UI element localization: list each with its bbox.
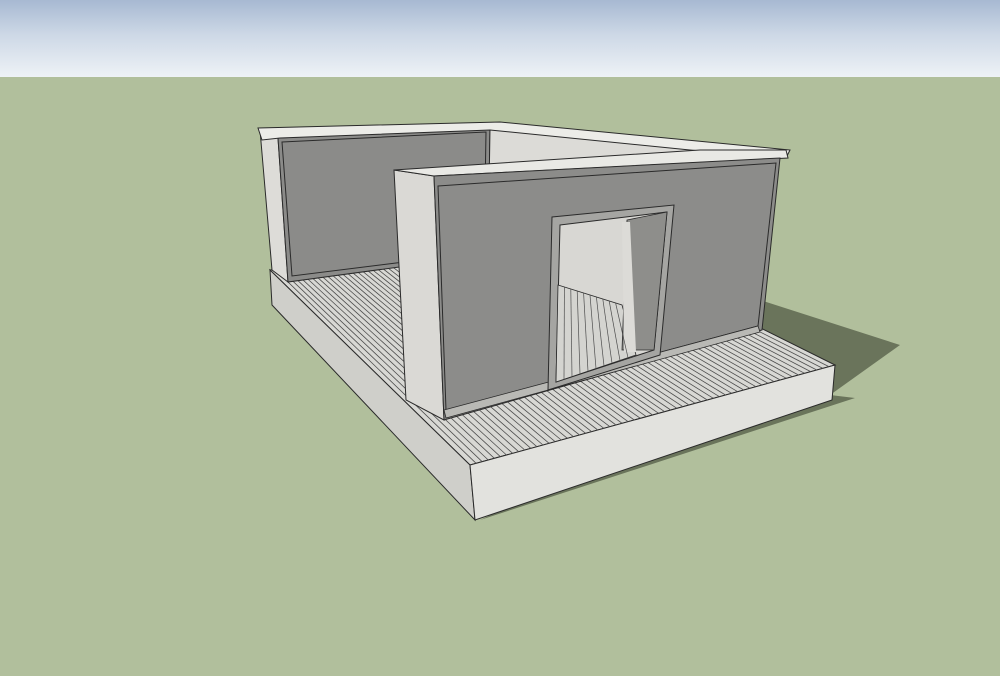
model-scene[interactable] [0,0,1000,676]
3d-viewport[interactable] [0,0,1000,676]
